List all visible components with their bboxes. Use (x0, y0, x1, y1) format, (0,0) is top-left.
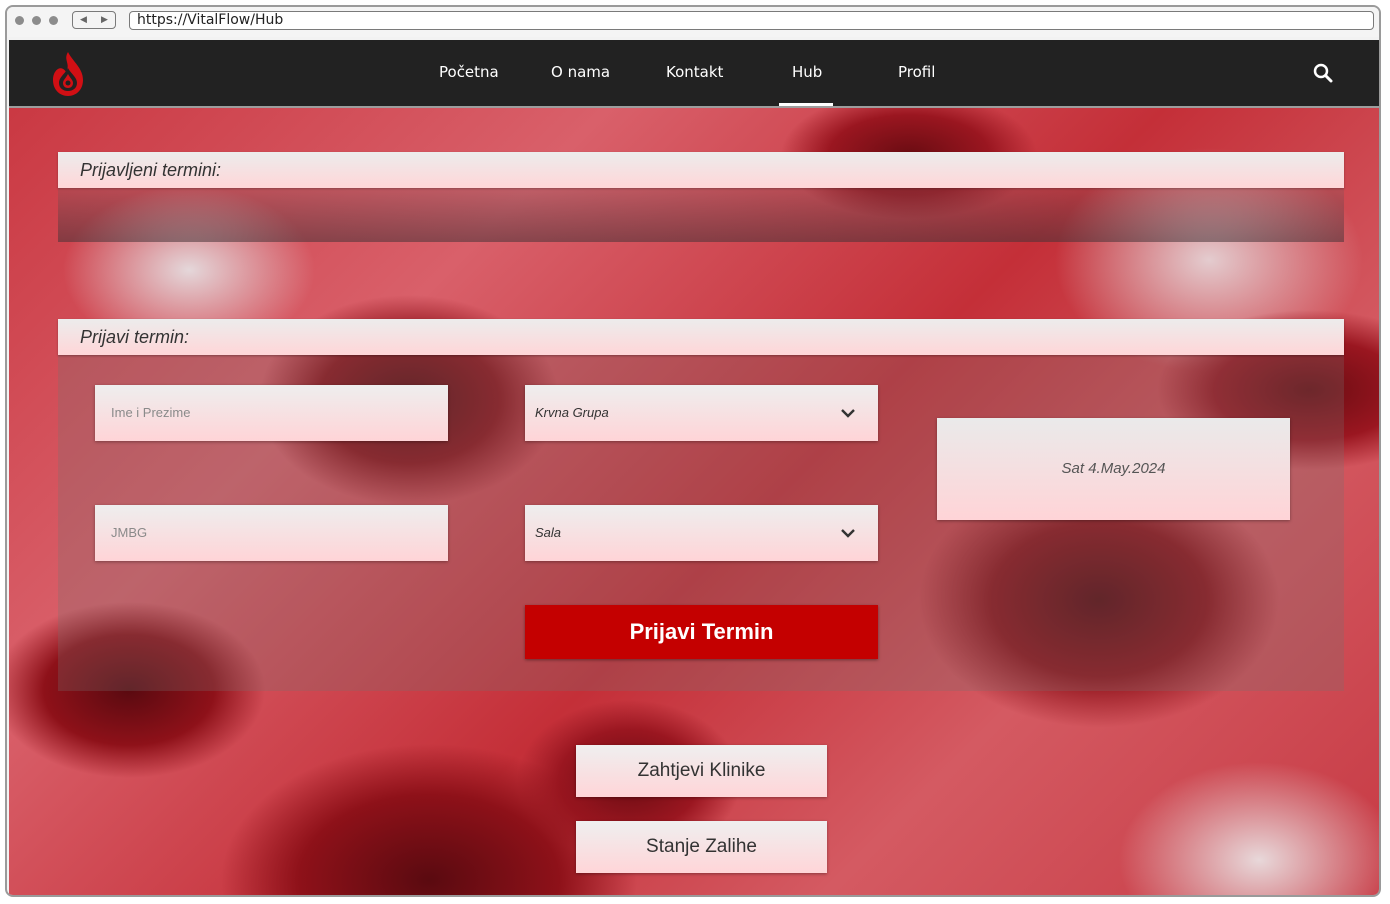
window-maximize-dot[interactable] (49, 16, 58, 25)
window-close-dot[interactable] (15, 16, 24, 25)
nav-link-hub[interactable]: Hub (792, 63, 822, 81)
date-picker[interactable]: Sat 4.May.2024 (937, 418, 1290, 520)
page-content: Početna O nama Kontakt Hub Profil Prijav… (9, 40, 1379, 895)
nav-link-profil[interactable]: Profil (898, 63, 935, 81)
forward-arrow-icon[interactable]: ▶ (101, 15, 108, 25)
browser-window: ◀ ▶ https://VitalFlow/Hub Početna O nama… (5, 5, 1381, 897)
full-name-input[interactable]: Ime i Prezime (95, 385, 448, 441)
registered-appointments-list (58, 188, 1344, 242)
chevron-down-icon (841, 529, 855, 538)
clinic-requests-button[interactable]: Zahtjevi Klinike (576, 745, 827, 797)
room-label: Sala (535, 525, 562, 540)
nav-link-kontakt[interactable]: Kontakt (666, 63, 723, 81)
top-navigation: Početna O nama Kontakt Hub Profil (9, 40, 1379, 108)
blood-group-label: Krvna Grupa (535, 405, 609, 420)
search-icon[interactable] (1313, 63, 1333, 83)
blood-group-select[interactable]: Krvna Grupa (525, 385, 878, 441)
address-bar[interactable]: https://VitalFlow/Hub (129, 11, 1374, 30)
submit-appointment-button[interactable]: Prijavi Termin (525, 605, 878, 659)
back-arrow-icon[interactable]: ◀ (80, 15, 87, 25)
window-minimize-dot[interactable] (32, 16, 41, 25)
nav-link-o-nama[interactable]: O nama (551, 63, 610, 81)
browser-chrome: ◀ ▶ https://VitalFlow/Hub (7, 7, 1379, 37)
history-buttons: ◀ ▶ (72, 11, 116, 29)
jmbg-input[interactable]: JMBG (95, 505, 448, 561)
chevron-down-icon (841, 409, 855, 418)
room-select[interactable]: Sala (525, 505, 878, 561)
registered-appointments-header: Prijavljeni termini: (58, 152, 1344, 188)
nav-link-pocetna[interactable]: Početna (439, 63, 499, 81)
stock-status-button[interactable]: Stanje Zalihe (576, 821, 827, 873)
blood-drop-flame-icon[interactable] (49, 50, 87, 98)
appointment-form-header: Prijavi termin: (58, 319, 1344, 355)
active-nav-indicator (779, 103, 833, 106)
